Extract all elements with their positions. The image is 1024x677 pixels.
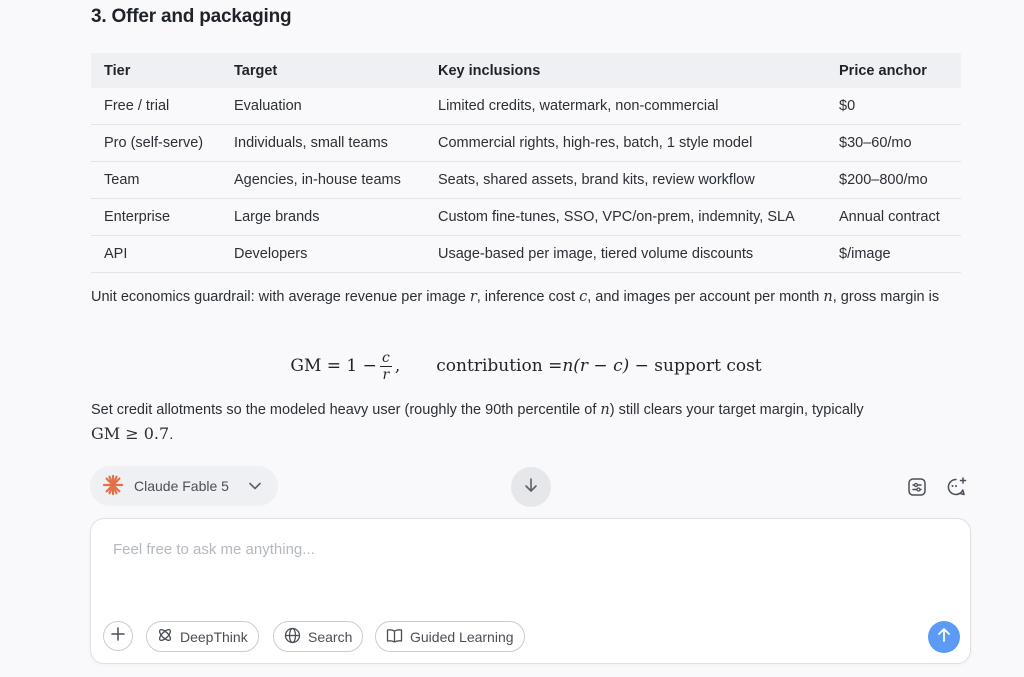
contribution-n: n bbox=[562, 356, 574, 376]
cell-inclusions: Limited credits, watermark, non-commerci… bbox=[426, 88, 827, 125]
cell-inclusions: Custom fine-tunes, SSO, VPC/on-prem, ind… bbox=[426, 198, 827, 236]
scroll-down-button[interactable] bbox=[511, 467, 551, 507]
credit-allotment-paragraph: Set credit allotments so the modeled hea… bbox=[91, 398, 961, 447]
formula-comma: , bbox=[394, 356, 401, 376]
new-chat-button[interactable] bbox=[945, 476, 967, 503]
cell-inclusions: Usage-based per image, tiered volume dis… bbox=[426, 235, 827, 273]
new-chat-icon bbox=[945, 476, 967, 503]
header-inclusions: Key inclusions bbox=[426, 53, 827, 88]
arrow-down-icon bbox=[523, 477, 539, 498]
contribution-tail: − support cost bbox=[629, 356, 762, 376]
chevron-down-icon bbox=[248, 479, 262, 496]
gm-threshold: GM ≥ 0.7 bbox=[91, 424, 170, 443]
cell-inclusions: Commercial rights, high-res, batch, 1 st… bbox=[426, 124, 827, 162]
cell-target: Evaluation bbox=[222, 88, 426, 125]
var-n: n bbox=[823, 289, 833, 305]
header-tier: Tier bbox=[91, 53, 222, 88]
para-text: , and images per account per month bbox=[587, 289, 824, 305]
cell-inclusions: Seats, shared assets, brand kits, review… bbox=[426, 161, 827, 199]
composer-toolbar: Claude Fable 5 bbox=[0, 466, 1024, 508]
gm-lhs: GM = 1 − bbox=[290, 356, 377, 376]
cell-target: Large brands bbox=[222, 198, 426, 236]
cell-target: Agencies, in-house teams bbox=[222, 161, 426, 199]
deepthink-label: DeepThink bbox=[180, 628, 248, 645]
send-button[interactable] bbox=[928, 621, 960, 653]
message-input[interactable] bbox=[111, 539, 935, 603]
fraction: c r bbox=[379, 349, 392, 383]
section-title: 3. Offer and packaging bbox=[91, 6, 292, 27]
plus-icon bbox=[111, 626, 125, 646]
var-n: n bbox=[600, 402, 610, 418]
cell-target: Developers bbox=[222, 235, 426, 273]
contribution-paren: (r − c) bbox=[573, 356, 630, 376]
attach-button[interactable] bbox=[103, 621, 133, 651]
table-row: Team Agencies, in-house teams Seats, sha… bbox=[91, 161, 961, 199]
fraction-numerator: c bbox=[381, 349, 390, 366]
para-text: , gross margin is bbox=[832, 289, 940, 305]
cell-tier: API bbox=[91, 235, 222, 273]
pricing-table: Tier Target Key inclusions Price anchor … bbox=[91, 53, 961, 273]
header-target: Target bbox=[222, 53, 426, 88]
para-text: , inference cost bbox=[476, 289, 580, 305]
para-text: Set credit allotments so the modeled hea… bbox=[91, 402, 601, 418]
table-row: Enterprise Large brands Custom fine-tune… bbox=[91, 198, 961, 236]
unit-economics-paragraph: Unit economics guardrail: with average r… bbox=[91, 285, 961, 309]
star-burst-icon bbox=[102, 474, 124, 499]
table-row: Pro (self-serve) Individuals, small team… bbox=[91, 124, 961, 162]
para-text: . bbox=[169, 427, 174, 443]
cell-target: Individuals, small teams bbox=[222, 124, 426, 162]
cell-tier: Free / trial bbox=[91, 88, 222, 125]
chat-composer: DeepThink Search Guided Learning bbox=[90, 518, 971, 664]
guided-learning-toggle[interactable]: Guided Learning bbox=[375, 621, 525, 652]
margin-formula: GM = 1 − c r , contribution = n (r − c) … bbox=[91, 342, 961, 390]
contribution-lhs: contribution = bbox=[436, 356, 563, 376]
cell-price: $200–800/mo bbox=[827, 161, 961, 199]
settings-sliders-button[interactable] bbox=[906, 477, 928, 502]
cell-tier: Team bbox=[91, 161, 222, 199]
cell-tier: Enterprise bbox=[91, 198, 222, 236]
search-toggle[interactable]: Search bbox=[273, 621, 364, 652]
deepthink-toggle[interactable]: DeepThink bbox=[146, 621, 259, 652]
search-label: Search bbox=[308, 628, 353, 645]
model-selector[interactable]: Claude Fable 5 bbox=[90, 466, 278, 506]
guided-learning-label: Guided Learning bbox=[410, 628, 514, 645]
table-row: Free / trial Evaluation Limited credits,… bbox=[91, 88, 961, 125]
var-r: r bbox=[469, 289, 477, 305]
globe-icon bbox=[284, 627, 301, 647]
arrow-up-icon bbox=[936, 627, 952, 648]
header-price: Price anchor bbox=[827, 53, 961, 88]
cell-price: Annual contract bbox=[827, 198, 961, 236]
para-text: Unit economics guardrail: with average r… bbox=[91, 289, 470, 305]
atom-icon bbox=[157, 627, 173, 646]
table-row: API Developers Usage-based per image, ti… bbox=[91, 235, 961, 273]
cell-price: $/image bbox=[827, 235, 961, 273]
cell-price: $30–60/mo bbox=[827, 124, 961, 162]
book-icon bbox=[386, 627, 403, 647]
para-text: ) still clears your target margin, typic… bbox=[609, 402, 864, 418]
table-header-row: Tier Target Key inclusions Price anchor bbox=[91, 53, 961, 88]
cell-tier: Pro (self-serve) bbox=[91, 124, 222, 162]
cell-price: $0 bbox=[827, 88, 961, 125]
settings-sliders-icon bbox=[907, 477, 927, 502]
fraction-denominator: r bbox=[382, 366, 390, 383]
model-name: Claude Fable 5 bbox=[134, 478, 229, 494]
